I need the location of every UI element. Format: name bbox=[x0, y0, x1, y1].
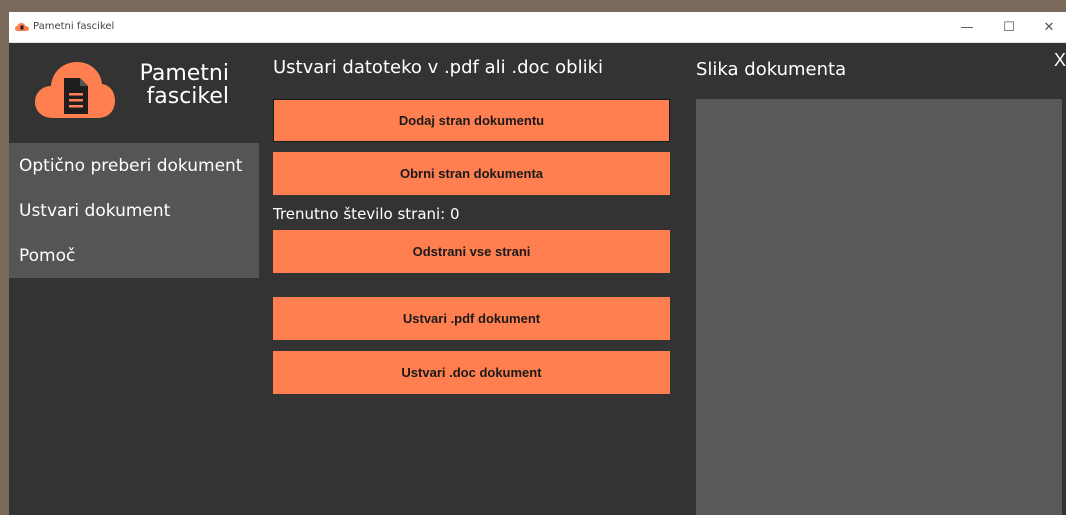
rotate-page-button[interactable]: Obrni stran dokumenta bbox=[273, 152, 670, 195]
document-preview bbox=[696, 99, 1062, 515]
brand-line-2: fascikel bbox=[146, 84, 230, 109]
create-pdf-button[interactable]: Ustvari .pdf dokument bbox=[273, 297, 670, 340]
create-doc-button[interactable]: Ustvari .doc dokument bbox=[273, 351, 670, 394]
sidebar-item-scan[interactable]: Optično preberi dokument bbox=[19, 156, 242, 176]
brand-name: Pametni fascikel bbox=[129, 62, 229, 108]
minimize-button[interactable]: — bbox=[944, 12, 990, 43]
brand-line-1: Pametni bbox=[139, 61, 229, 86]
app-window: Pametni fascikel — ☐ ✕ Pametni fascikel … bbox=[9, 12, 1066, 515]
cloud-icon bbox=[15, 23, 29, 31]
sidebar: Optično preberi dokument Ustvari dokumen… bbox=[9, 143, 259, 278]
sidebar-item-create-document[interactable]: Ustvari dokument bbox=[19, 201, 170, 221]
close-window-button[interactable]: ✕ bbox=[1026, 12, 1066, 43]
page-count-label: Trenutno število strani: 0 bbox=[273, 205, 460, 223]
title-bar: Pametni fascikel — ☐ ✕ bbox=[9, 12, 1066, 43]
window-title: Pametni fascikel bbox=[33, 21, 115, 32]
close-panel-button[interactable]: X bbox=[1054, 50, 1066, 71]
cloud-document-icon bbox=[35, 62, 115, 118]
remove-all-pages-button[interactable]: Odstrani vse strani bbox=[273, 230, 670, 273]
preview-heading: Slika dokumenta bbox=[696, 59, 847, 80]
main-heading: Ustvari datoteko v .pdf ali .doc obliki bbox=[273, 57, 603, 78]
add-page-button[interactable]: Dodaj stran dokumentu bbox=[273, 99, 670, 142]
sidebar-item-help[interactable]: Pomoč bbox=[19, 246, 75, 266]
